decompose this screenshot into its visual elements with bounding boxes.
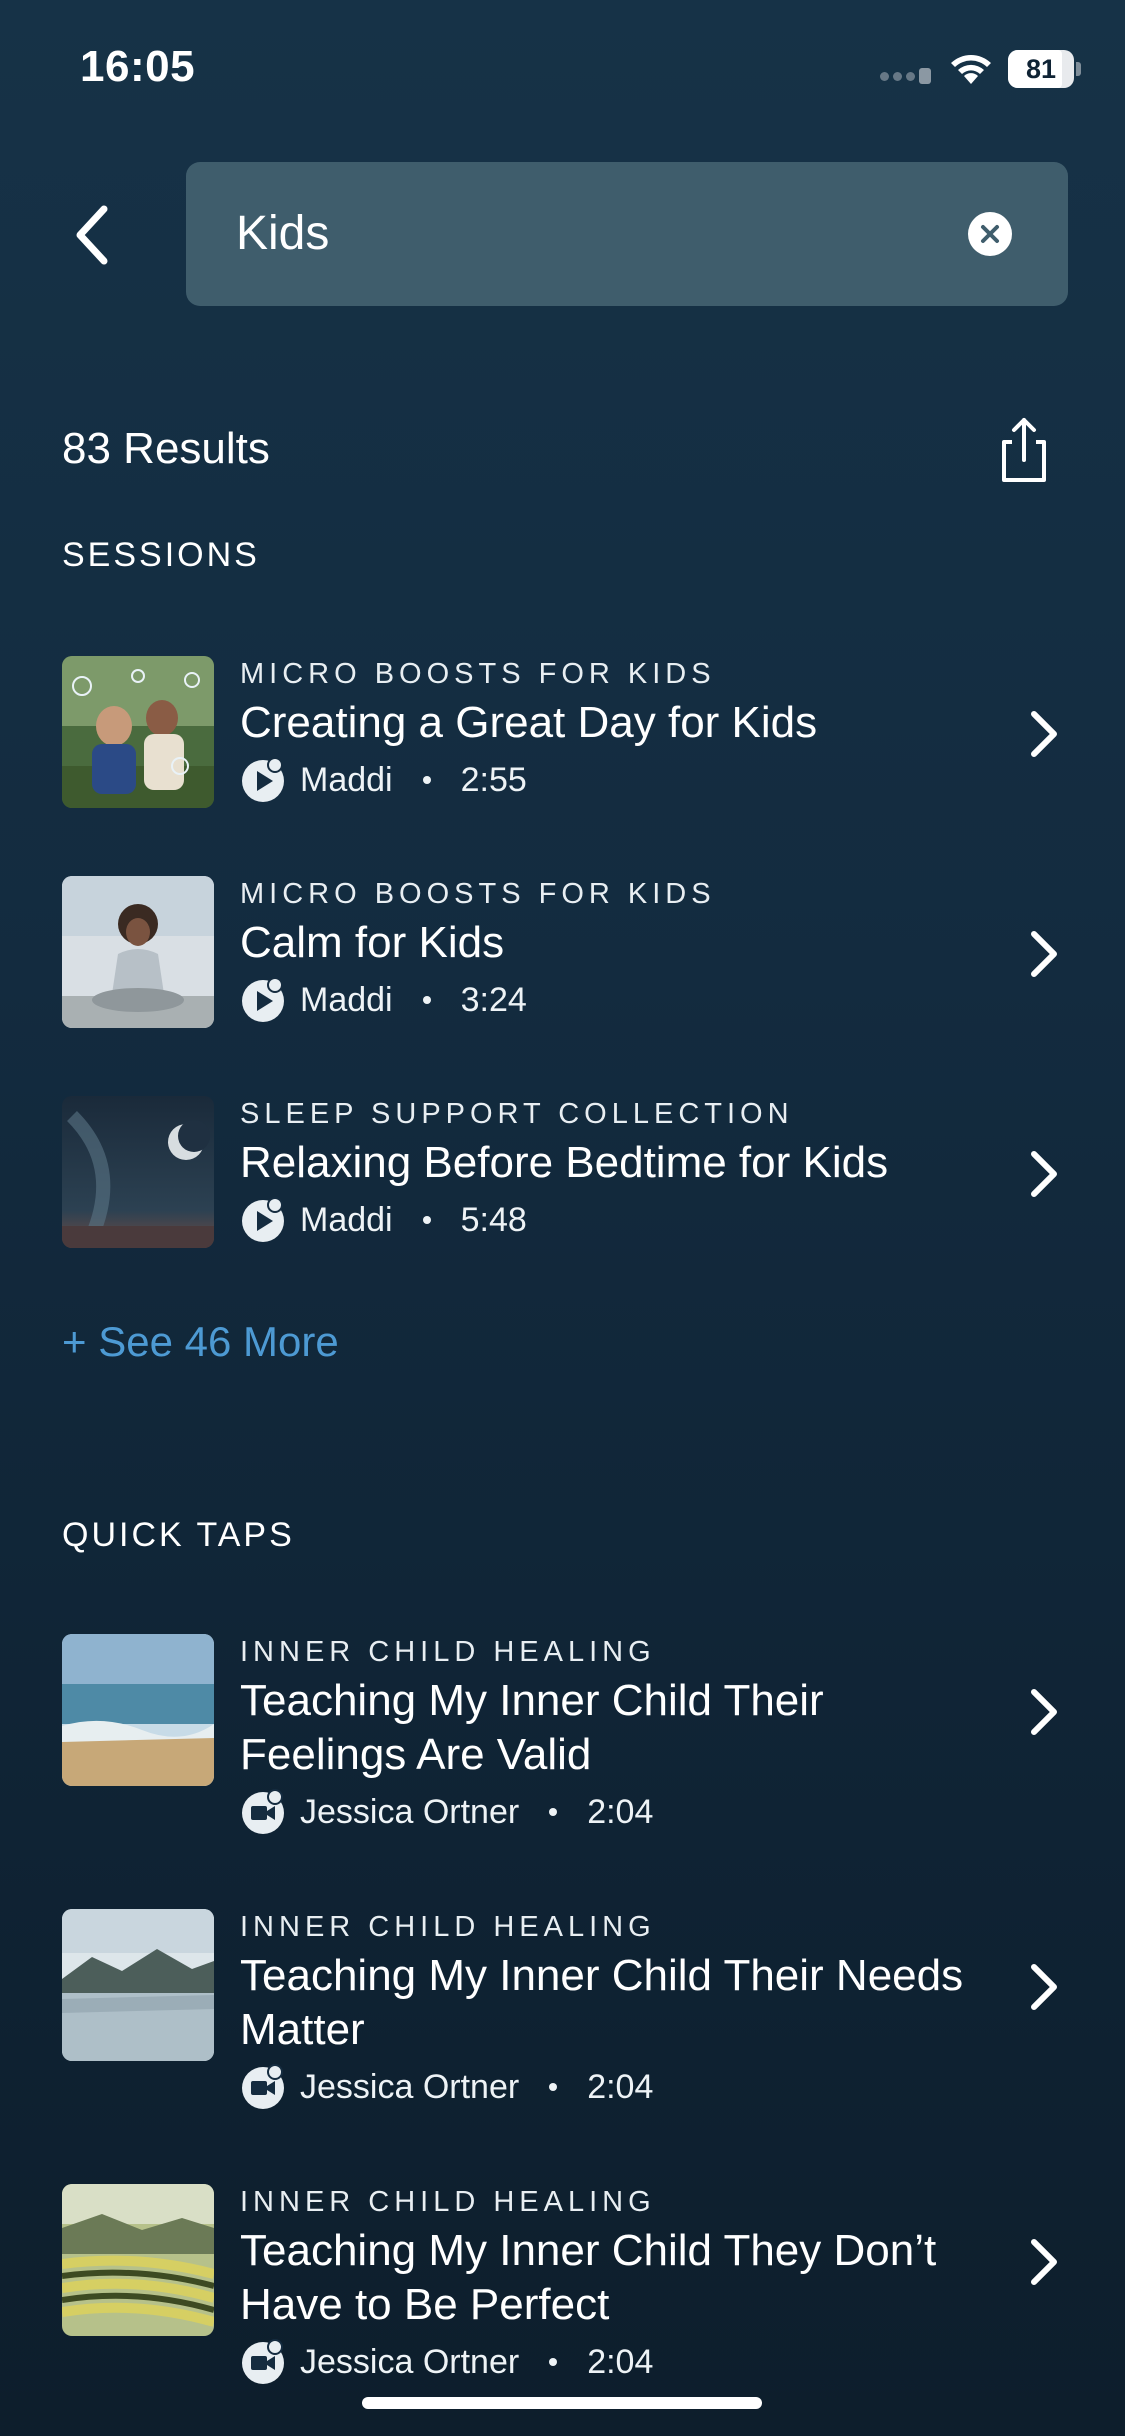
- share-icon[interactable]: [994, 414, 1054, 486]
- separator-dot: [422, 776, 431, 784]
- sessions-heading: SESSIONS: [62, 536, 260, 574]
- audio-play-icon: [242, 977, 284, 1022]
- item-title: Teaching My Inner Child Their Feelings A…: [240, 1676, 824, 1779]
- separator-dot: [422, 1216, 431, 1224]
- status-time: 16:05: [80, 42, 196, 91]
- video-camera-icon: [242, 1789, 284, 1834]
- signal-icon: [880, 68, 934, 84]
- mountain-lake-thumbnail: [62, 1909, 214, 2061]
- search-box[interactable]: [186, 162, 1068, 306]
- battery-icon: 81: [1008, 50, 1081, 88]
- item-author: Jessica Ortner: [300, 1792, 520, 1831]
- see-more-link[interactable]: + See 46 More: [62, 1318, 339, 1366]
- chevron-right-icon: [1031, 931, 1057, 977]
- item-category: INNER CHILD HEALING: [240, 1636, 656, 1668]
- kids-bubbles-thumbnail: [62, 656, 214, 808]
- item-duration: 5:48: [460, 1200, 527, 1239]
- item-duration: 2:55: [460, 760, 527, 799]
- item-title: Relaxing Before Bedtime for Kids: [240, 1138, 889, 1187]
- beach-waves-thumbnail: [62, 1634, 214, 1786]
- item-duration: 2:04: [587, 1792, 654, 1831]
- chevron-right-icon: [1031, 1964, 1057, 2010]
- chevron-right-icon: [1031, 711, 1057, 757]
- status-bar: 16:05 81: [0, 0, 1125, 140]
- item-category: INNER CHILD HEALING: [240, 1911, 656, 1943]
- chevron-right-icon: [1031, 2239, 1057, 2285]
- chevron-right-icon: [1031, 1689, 1057, 1735]
- item-author: Maddi: [300, 760, 393, 799]
- separator-dot: [549, 2083, 558, 2091]
- child-meditating-thumbnail: [62, 876, 214, 1028]
- video-camera-icon: [242, 2339, 284, 2384]
- back-chevron-icon[interactable]: [62, 195, 122, 275]
- item-title: Teaching My Inner Child Their Needs Matt…: [240, 1951, 964, 2054]
- quick-taps-heading: QUICK TAPS: [62, 1516, 295, 1554]
- item-duration: 3:24: [460, 980, 527, 1019]
- audio-play-icon: [242, 1197, 284, 1242]
- separator-dot: [422, 996, 431, 1004]
- item-author: Maddi: [300, 1200, 393, 1239]
- item-category: MICRO BOOSTS FOR KIDS: [240, 658, 716, 690]
- item-title: Calm for Kids: [240, 918, 505, 967]
- item-author: Jessica Ortner: [300, 2342, 520, 2381]
- close-circle-icon: [981, 225, 999, 243]
- video-camera-icon: [242, 2064, 284, 2109]
- item-title: Creating a Great Day for Kids: [240, 698, 818, 747]
- item-author: Maddi: [300, 980, 393, 1019]
- item-category: SLEEP SUPPORT COLLECTION: [240, 1098, 794, 1130]
- item-category: MICRO BOOSTS FOR KIDS: [240, 878, 716, 910]
- battery-level: 81: [1025, 54, 1057, 84]
- item-duration: 2:04: [587, 2067, 654, 2106]
- audio-play-icon: [242, 757, 284, 802]
- separator-dot: [549, 2358, 558, 2366]
- wifi-icon: [951, 55, 991, 84]
- search-input[interactable]: [236, 162, 936, 306]
- clear-search-button[interactable]: [968, 212, 1012, 256]
- night-sky-moon-thumbnail: [62, 1096, 214, 1248]
- home-indicator: [362, 2397, 762, 2409]
- item-title: Teaching My Inner Child They Don’t Have …: [240, 2226, 937, 2329]
- chevron-right-icon: [1031, 1151, 1057, 1197]
- rice-terraces-thumbnail: [62, 2184, 214, 2336]
- results-count: 83 Results: [62, 424, 270, 473]
- item-category: INNER CHILD HEALING: [240, 2186, 656, 2218]
- item-duration: 2:04: [587, 2342, 654, 2381]
- separator-dot: [549, 1808, 558, 1816]
- item-author: Jessica Ortner: [300, 2067, 520, 2106]
